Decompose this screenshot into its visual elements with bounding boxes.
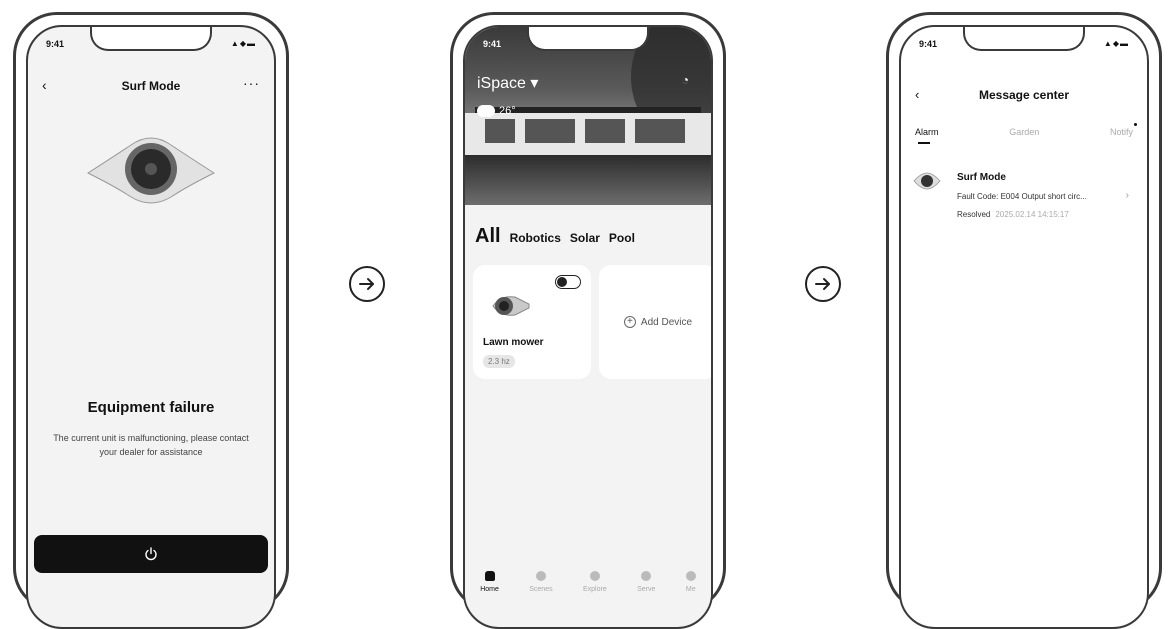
power-button[interactable]: [34, 535, 268, 573]
page-title: Surf Mode: [121, 79, 181, 93]
cloud-icon: [477, 105, 495, 117]
person-icon: [685, 571, 696, 581]
message-time: 2025.02.14 14:15:17: [995, 210, 1069, 219]
message-tabs: Alarm Garden Notify: [915, 123, 1137, 144]
tab-garden[interactable]: Garden: [1009, 127, 1039, 137]
nav-me[interactable]: Me: [685, 571, 696, 593]
notch: [90, 27, 212, 51]
nav-explore[interactable]: Explore: [583, 571, 607, 593]
power-icon: [145, 547, 157, 561]
status-time: 9:41: [483, 39, 502, 49]
nav-bar: ‹ Message center: [901, 87, 1147, 107]
bell-icon[interactable]: ◔: [682, 73, 689, 87]
failure-title: Equipment failure: [87, 399, 215, 416]
weather: 26°: [477, 105, 516, 117]
device-image: [86, 137, 216, 204]
chevron-right-icon: ›: [1125, 190, 1129, 201]
screen-home: 9:41 iSpace ▾ ◔ 26° All Robotics Solar P…: [463, 25, 713, 629]
device-card[interactable]: Lawn mower 2.3 hz: [473, 265, 591, 379]
more-icon[interactable]: ···: [243, 75, 260, 91]
failure-description: The current unit is malfunctioning, plea…: [53, 433, 249, 457]
nav-scenes[interactable]: Scenes: [529, 571, 553, 593]
device-thumbnail: [913, 172, 941, 190]
phone-frame-1: 9:41 ▲◆▬ ‹ Surf Mode ··· Equipment failu…: [13, 12, 289, 629]
tab-notify[interactable]: Notify: [1110, 123, 1137, 137]
arrow-right-icon: [805, 266, 841, 302]
mower-image: [492, 296, 530, 316]
message-item[interactable]: Surf Mode Fault Code: E004 Output short …: [913, 170, 1135, 230]
add-device-card[interactable]: + Add Device: [599, 265, 711, 379]
plus-icon: +: [623, 316, 636, 328]
phone-frame-3: 9:41 ▲◆▬ ‹ Message center Alarm Garden N…: [886, 12, 1162, 629]
arrow-right-icon: [349, 266, 385, 302]
heart-icon: [641, 571, 652, 581]
status-time: 9:41: [46, 39, 65, 49]
scenes-icon: [535, 571, 546, 581]
device-toggle[interactable]: [555, 275, 581, 289]
page-title: Message center: [978, 88, 1070, 102]
notification-dot: [1134, 123, 1137, 126]
home-icon: [484, 571, 495, 581]
nav-bar: ‹ Surf Mode ···: [28, 75, 274, 97]
nav-serve[interactable]: Serve: [637, 571, 655, 593]
tab-robotics[interactable]: Robotics: [510, 231, 561, 245]
tab-all[interactable]: All: [475, 225, 501, 248]
message-fault: Fault Code: E004 Output short circ...: [957, 192, 1087, 201]
explore-icon: [589, 571, 600, 581]
screen-message-center: 9:41 ▲◆▬ ‹ Message center Alarm Garden N…: [899, 25, 1149, 629]
status-icons: ▲◆▬: [1103, 39, 1129, 48]
screen-surf-mode: 9:41 ▲◆▬ ‹ Surf Mode ··· Equipment failu…: [26, 25, 276, 629]
status-icons: ▲◆▬: [230, 39, 256, 48]
device-name: Lawn mower: [483, 337, 544, 348]
tab-solar[interactable]: Solar: [570, 231, 600, 245]
notch: [527, 27, 649, 51]
space-selector[interactable]: iSpace ▾: [477, 73, 538, 93]
nav-home[interactable]: Home: [480, 571, 499, 593]
notch: [963, 27, 1085, 51]
bottom-nav: Home Scenes Explore Serve Me: [465, 555, 711, 607]
status-time: 9:41: [919, 39, 938, 49]
tab-pool[interactable]: Pool: [609, 231, 635, 245]
category-tabs: All Robotics Solar Pool: [475, 225, 635, 248]
message-title: Surf Mode: [957, 172, 1006, 183]
add-device-label: Add Device: [640, 316, 693, 328]
weather-temp: 26°: [499, 105, 516, 117]
phone-frame-2: 9:41 iSpace ▾ ◔ 26° All Robotics Solar P…: [450, 12, 726, 629]
device-badge: 2.3 hz: [483, 355, 515, 368]
message-status: Resolved 2025.02.14 14:15:17: [957, 210, 1069, 219]
tab-alarm[interactable]: Alarm: [915, 127, 939, 144]
